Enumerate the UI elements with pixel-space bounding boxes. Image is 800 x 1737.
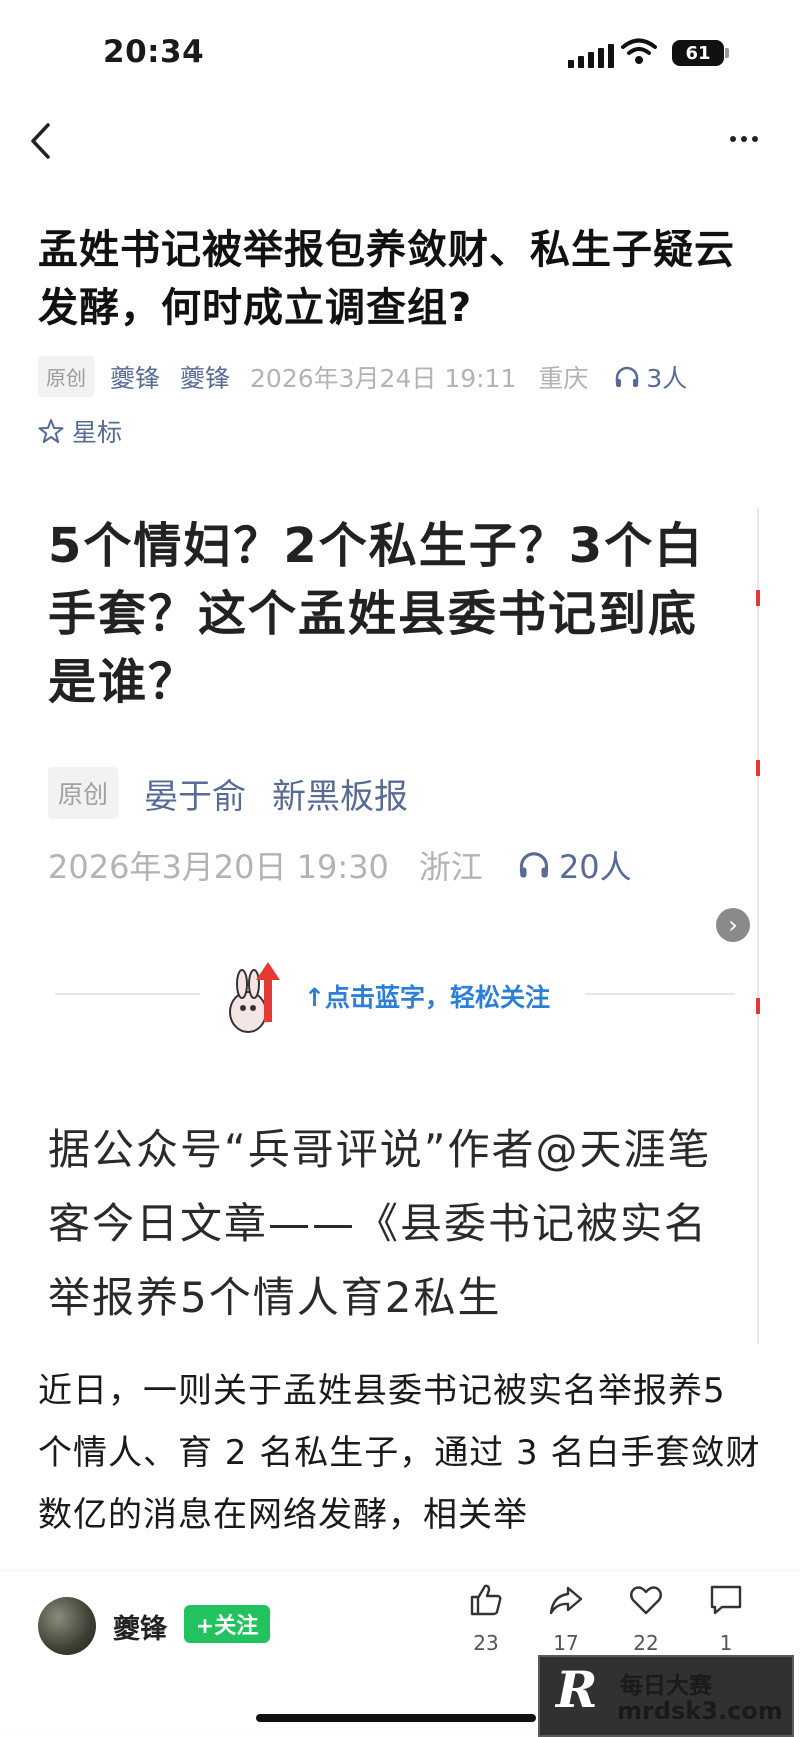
embedded-date: 2026年3月20日 19:30 — [48, 848, 389, 886]
account-link[interactable]: 夔锋 — [180, 359, 230, 395]
edge-marker — [756, 590, 760, 606]
more-options-icon[interactable] — [730, 136, 758, 142]
status-time: 20:34 — [103, 34, 205, 70]
headphones-icon — [519, 852, 548, 878]
embedded-body: 据公众号“兵哥评说”作者@天涯笔客今日文章——《县委书记被实名举报养5个情人育2… — [48, 1125, 712, 1322]
headphones-icon — [616, 366, 639, 387]
star-label: 星标 — [72, 418, 123, 447]
battery-cap — [725, 48, 729, 58]
avatar[interactable] — [38, 1597, 96, 1655]
like-count: 23 — [473, 1631, 499, 1655]
edge-marker — [756, 998, 760, 1014]
edge-marker — [756, 760, 760, 776]
embedded-location: 浙江 — [418, 848, 483, 886]
watermark-logo: R — [556, 1660, 598, 1719]
article-meta: 原创 夔锋 夔锋 2026年3月24日 19:11 重庆 3人 — [38, 356, 778, 397]
follow-hint: ↑点击蓝字，轻松关注 — [304, 983, 550, 1012]
share-button[interactable]: 17 — [536, 1582, 596, 1655]
home-indicator[interactable] — [256, 1714, 536, 1722]
article-body: 近日，一则关于孟姓县委书记被实名举报养5 个情人、育 2 名私生子，通过 3 名… — [38, 1371, 761, 1535]
embedded-meta-2: 2026年3月20日 19:30 浙江 20人 — [48, 842, 632, 888]
wifi-icon — [621, 38, 657, 70]
embedded-border — [757, 508, 759, 1344]
like-button[interactable]: 23 — [456, 1582, 516, 1655]
star-icon — [38, 419, 64, 443]
mascot-icon — [224, 956, 294, 1042]
embedded-account: 新黑板报 — [272, 776, 409, 817]
share-count: 17 — [553, 1631, 579, 1655]
bottom-author-name[interactable]: 夔锋 — [113, 1607, 167, 1646]
divider-left — [55, 993, 200, 995]
chevron-right-icon: › — [716, 908, 750, 942]
cellular-signal-icon — [568, 44, 614, 68]
comment-button[interactable]: 1 — [696, 1582, 756, 1655]
listen-button[interactable]: 3人 — [614, 359, 687, 395]
listener-count: 3人 — [646, 363, 688, 393]
divider-right — [585, 993, 735, 995]
favorite-count: 22 — [633, 1631, 659, 1655]
embedded-author: 晏于俞 — [144, 776, 247, 817]
comment-icon — [710, 1585, 742, 1615]
original-tag: 原创 — [38, 356, 94, 397]
publish-date: 2026年3月24日 19:11 — [250, 363, 517, 393]
embedded-original-tag: 原创 — [48, 767, 119, 819]
back-arrow-icon[interactable] — [28, 122, 52, 164]
heart-icon — [630, 1586, 662, 1615]
author-link[interactable]: 夔锋 — [110, 359, 160, 395]
embedded-title: 5个情妇？2个私生子？3个白手套？这个孟姓县委书记到底是谁？ — [48, 518, 705, 710]
star-button[interactable]: 星标 — [38, 413, 122, 449]
publish-location: 重庆 — [538, 363, 589, 393]
share-icon — [549, 1586, 583, 1615]
embedded-listener-count: 20人 — [558, 848, 632, 886]
follow-button[interactable]: +关注 — [184, 1605, 270, 1643]
embedded-listen: 20人 — [517, 842, 632, 888]
thumbs-up-icon — [470, 1584, 502, 1616]
watermark-line1: 每日大赛 — [620, 1673, 712, 1699]
favorite-button[interactable]: 22 — [616, 1582, 676, 1655]
article-title: 孟姓书记被举报包养敛财、私生子疑云发酵，何时成立调查组? — [38, 227, 735, 331]
battery-icon: 61 — [672, 40, 724, 66]
comment-count: 1 — [719, 1631, 733, 1655]
watermark-line2: mrdsk3.com — [617, 1697, 783, 1725]
embedded-meta: 原创 晏于俞 新黑板报 — [48, 767, 434, 819]
